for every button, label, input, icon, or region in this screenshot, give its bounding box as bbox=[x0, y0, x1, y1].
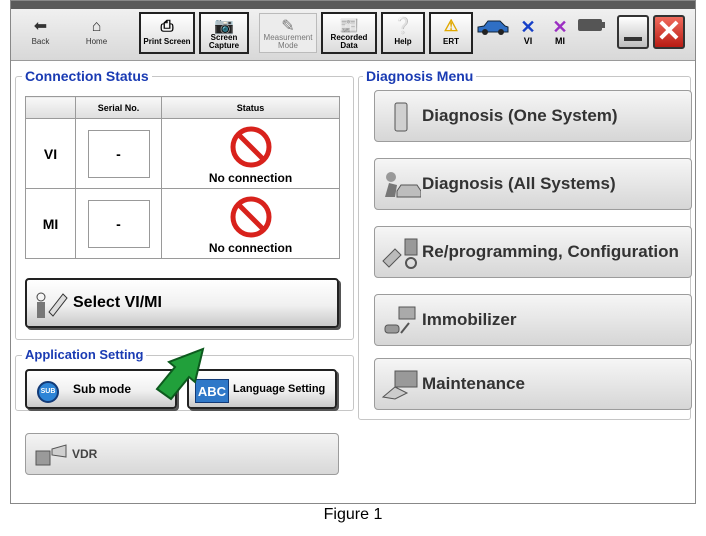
row-label: VI bbox=[25, 118, 76, 189]
print-screen-button[interactable]: ⎙ Print Screen bbox=[139, 12, 195, 54]
help-button[interactable]: ❔ Help bbox=[381, 12, 425, 54]
ert-button[interactable]: ⚠ ERT bbox=[429, 12, 473, 54]
home-icon: ⌂ bbox=[91, 18, 102, 35]
close-icon: ✕ bbox=[656, 15, 682, 48]
device-icon bbox=[394, 102, 408, 132]
status-column-header: Status bbox=[161, 96, 340, 119]
measurement-mode-button[interactable]: ✎ Measurement Mode bbox=[259, 13, 317, 53]
immobilizer-button[interactable]: Immobilizer bbox=[374, 294, 692, 346]
toolbar: ⬅ Back ⌂ Home ⎙ Print Screen 📷 Screen Ca… bbox=[11, 1, 695, 61]
vi-status-indicator: ✕ VI bbox=[515, 18, 541, 46]
serial-number-field: - bbox=[87, 199, 150, 248]
back-button[interactable]: ⬅ Back bbox=[17, 14, 64, 54]
green-pointer-arrow-icon bbox=[155, 347, 205, 401]
serial-column-header: Serial No. bbox=[75, 96, 162, 119]
minimize-button[interactable] bbox=[617, 15, 649, 49]
figure-caption: Figure 1 bbox=[323, 506, 383, 523]
consult-window: ⬅ Back ⌂ Home ⎙ Print Screen 📷 Screen Ca… bbox=[10, 0, 696, 504]
mi-disconnected-icon: ✕ bbox=[552, 17, 568, 37]
measurement-icon: ✎ bbox=[281, 18, 295, 35]
no-connection-icon bbox=[230, 196, 272, 238]
recorded-data-button[interactable]: 📰 Recorded Data bbox=[321, 12, 377, 54]
mi-status-indicator: ✕ MI bbox=[547, 18, 573, 46]
key-icon bbox=[384, 306, 416, 334]
diagnosis-all-systems-button[interactable]: Diagnosis (All Systems) bbox=[374, 158, 692, 210]
no-connection-icon bbox=[230, 126, 272, 168]
minimize-icon bbox=[624, 37, 642, 41]
connection-status-title: Connection Status bbox=[22, 68, 152, 84]
screen-capture-button[interactable]: 📷 Screen Capture bbox=[199, 12, 249, 54]
select-vi-mi-button[interactable]: Select VI/MI bbox=[25, 278, 339, 328]
vehicle-status-icon bbox=[475, 18, 511, 38]
recorded-data-icon: 📰 bbox=[339, 18, 359, 35]
status-text: No connection bbox=[208, 171, 293, 185]
vi-disconnected-icon: ✕ bbox=[520, 17, 536, 37]
warning-icon: ⚠ bbox=[443, 18, 459, 35]
home-button[interactable]: ⌂ Home bbox=[73, 14, 120, 54]
diagnosis-one-system-button[interactable]: Diagnosis (One System) bbox=[374, 90, 692, 142]
row-label: MI bbox=[25, 188, 76, 259]
sub-mode-icon: SUB bbox=[37, 381, 59, 403]
toolbar-top-strip bbox=[11, 1, 695, 9]
serial-number-field: - bbox=[87, 129, 150, 178]
table-row: VI - No connection bbox=[25, 118, 340, 189]
maintenance-button[interactable]: Maintenance bbox=[374, 358, 692, 410]
maintenance-icon bbox=[381, 370, 418, 400]
table-row: MI - No connection bbox=[25, 188, 340, 259]
help-icon: ❔ bbox=[393, 18, 413, 35]
printer-icon: ⎙ bbox=[160, 18, 174, 35]
select-device-icon bbox=[36, 292, 68, 318]
reprogramming-icon bbox=[382, 238, 418, 269]
back-arrow-icon: ⬅ bbox=[33, 18, 48, 35]
status-text: No connection bbox=[208, 241, 293, 255]
connection-table: Serial No. Status VI - No connection MI … bbox=[25, 96, 340, 259]
diagnosis-menu-title: Diagnosis Menu bbox=[363, 68, 477, 84]
battery-icon bbox=[577, 18, 607, 34]
vdr-button[interactable]: VDR bbox=[25, 433, 339, 475]
table-header-row: Serial No. Status bbox=[25, 96, 340, 119]
close-button[interactable]: ✕ bbox=[653, 15, 685, 49]
vdr-icon bbox=[35, 444, 67, 466]
mechanic-car-icon bbox=[385, 172, 421, 198]
camera-icon: 📷 bbox=[214, 18, 234, 35]
application-setting-title: Application Setting bbox=[22, 347, 147, 362]
reprogramming-configuration-button[interactable]: Re/programming, Configuration bbox=[374, 226, 692, 278]
